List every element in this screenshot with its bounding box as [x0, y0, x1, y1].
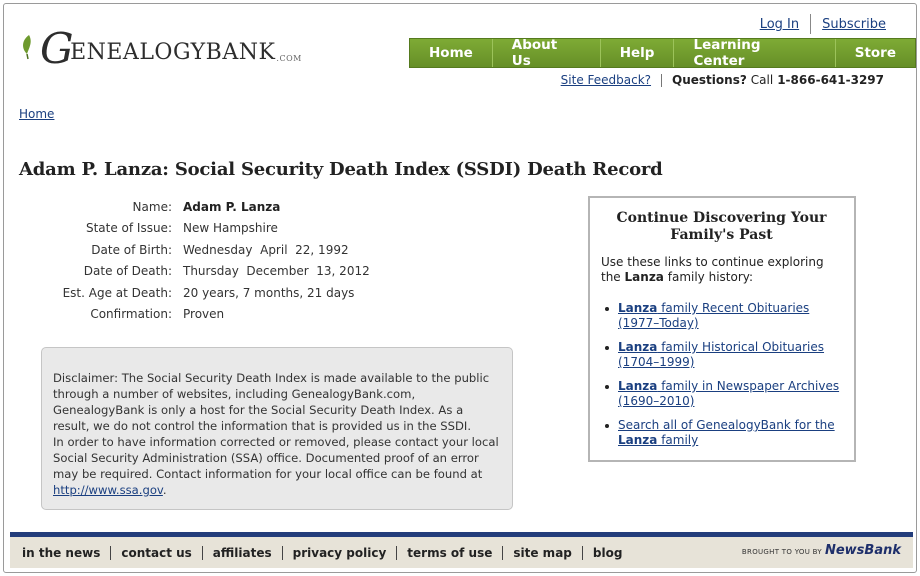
record-row: State of Issue: New Hampshire — [34, 218, 370, 240]
page-frame: GENEALOGYBANK.COM Log In Subscribe Home … — [3, 3, 917, 573]
family-links-list: Lanza family Recent Obituaries (1977–Tod… — [601, 301, 842, 448]
call-label: Call — [750, 73, 774, 87]
death-record: Name: Adam P. Lanza State of Issue: New … — [34, 196, 370, 325]
breadcrumb-home-link[interactable]: Home — [19, 107, 54, 121]
footer-affiliates[interactable]: affiliates — [203, 546, 282, 560]
nav-learning-center[interactable]: Learning Center — [674, 37, 836, 69]
disclaimer-contact-text: In order to have information corrected o… — [53, 435, 499, 497]
record-row: Date of Death: Thursday December 13, 201… — [34, 261, 370, 283]
record-label: Name: — [132, 199, 172, 214]
historical-obituaries-link[interactable]: Lanza family Historical Obituaries (1704… — [618, 340, 824, 369]
divider — [810, 14, 812, 34]
list-item: Lanza family Recent Obituaries (1977–Tod… — [601, 301, 842, 331]
newsbank-logo[interactable]: BROUGHT TO YOU BY NewsBank — [742, 543, 901, 558]
footer-in-the-news[interactable]: in the news — [20, 546, 110, 560]
recent-obituaries-link[interactable]: Lanza family Recent Obituaries (1977–Tod… — [618, 301, 809, 330]
record-value: Thursday December 13, 2012 — [183, 264, 370, 279]
genealogybank-logo[interactable]: GENEALOGYBANK.COM — [18, 20, 301, 73]
footer-terms-of-use[interactable]: terms of use — [397, 546, 502, 560]
record-label: Est. Age at Death: — [62, 285, 172, 300]
divider — [661, 73, 663, 87]
breadcrumb: Home — [19, 107, 54, 121]
account-links: Log In Subscribe — [760, 14, 886, 34]
record-label: Date of Death: — [83, 264, 172, 279]
footer-blog[interactable]: blog — [583, 546, 633, 560]
leaf-icon — [20, 34, 38, 64]
newsbank-wordmark: NewsBank — [824, 543, 901, 558]
login-link[interactable]: Log In — [760, 17, 799, 32]
footer-contact-us[interactable]: contact us — [111, 546, 201, 560]
record-value: Wednesday April 22, 1992 — [183, 242, 349, 257]
phone-number: 1-866-641-3297 — [777, 73, 884, 87]
site-feedback-link[interactable]: Site Feedback? — [561, 73, 651, 87]
continue-discovering-box: Continue Discovering Your Family's Past … — [588, 196, 856, 462]
sidebox-title: Continue Discovering Your Family's Past — [616, 210, 827, 243]
record-label: Confirmation: — [90, 307, 172, 322]
search-all-link[interactable]: Search all of GenealogyBank for the Lanz… — [618, 418, 835, 447]
list-item: Lanza family in Newspaper Archives (1690… — [601, 379, 842, 409]
footer-privacy-policy[interactable]: privacy policy — [283, 546, 397, 560]
nav-home[interactable]: Home — [410, 39, 493, 67]
disclaimer-box: Disclaimer: The Social Security Death In… — [41, 347, 513, 510]
ssa-link[interactable]: http://www.ssa.gov — [53, 483, 163, 497]
record-value: Proven — [183, 307, 225, 322]
nav-help[interactable]: Help — [600, 39, 675, 67]
footer-links: in the news contact us affiliates privac… — [20, 545, 633, 560]
record-value: Adam P. Lanza — [183, 199, 281, 214]
nav-about-us[interactable]: About Us — [492, 37, 601, 69]
subscribe-link[interactable]: Subscribe — [822, 17, 886, 32]
list-item: Lanza family Historical Obituaries (1704… — [601, 340, 842, 370]
disclaimer-text: Disclaimer: The Social Security Death In… — [53, 371, 490, 433]
main-nav: Home About Us Help Learning Center Store — [409, 37, 916, 69]
newspaper-archives-link[interactable]: Lanza family in Newspaper Archives (1690… — [618, 379, 839, 408]
record-label: Date of Birth: — [91, 242, 172, 257]
sidebox-intro: Use these links to continue exploring th… — [601, 255, 824, 284]
nav-store[interactable]: Store — [835, 39, 915, 67]
contact-line: Site Feedback? Questions? Call 1-866-641… — [561, 73, 884, 87]
record-row: Est. Age at Death: 20 years, 7 months, 2… — [34, 282, 370, 304]
record-row: Date of Birth: Wednesday April 22, 1992 — [34, 239, 370, 261]
brought-by-label: BROUGHT TO YOU BY — [741, 548, 822, 556]
record-label: State of Issue: — [85, 221, 172, 236]
logo-wordmark: GENEALOGYBANK.COM — [40, 24, 302, 73]
record-row: Name: Adam P. Lanza — [34, 196, 370, 218]
questions-label: Questions? — [672, 73, 747, 87]
footer: in the news contact us affiliates privac… — [10, 532, 913, 568]
page-title: Adam P. Lanza: Social Security Death Ind… — [19, 159, 663, 180]
record-row: Confirmation: Proven — [34, 304, 370, 326]
list-item: Search all of GenealogyBank for the Lanz… — [601, 418, 842, 448]
record-value: 20 years, 7 months, 21 days — [183, 285, 355, 300]
footer-site-map[interactable]: site map — [503, 546, 582, 560]
record-value: New Hampshire — [183, 221, 278, 236]
